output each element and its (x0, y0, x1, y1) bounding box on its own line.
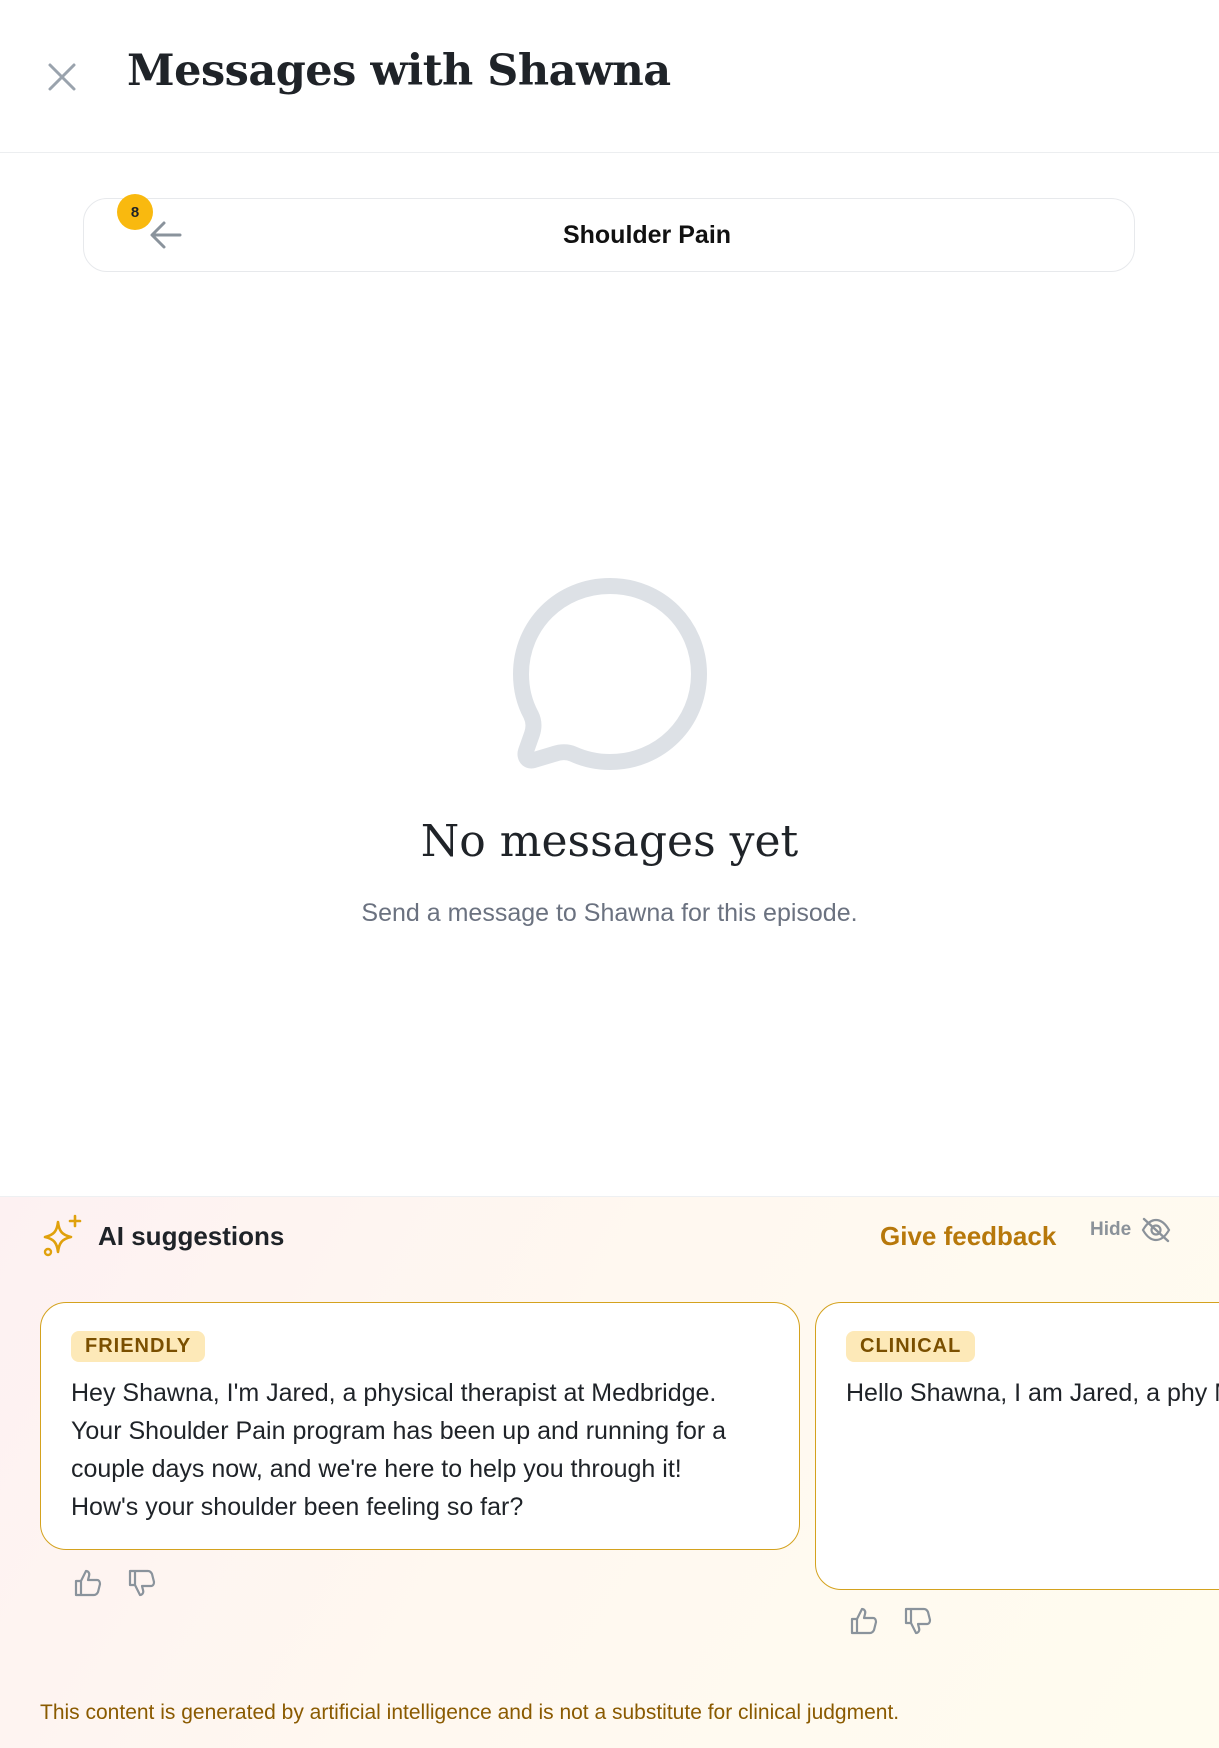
thumbs-down-icon[interactable] (902, 1605, 934, 1637)
tone-tag: FRIENDLY (71, 1331, 206, 1362)
header: Messages with Shawna (0, 0, 1219, 153)
give-feedback-link[interactable]: Give feedback (880, 1221, 1056, 1252)
hide-label: Hide (1090, 1219, 1132, 1240)
rating-buttons (72, 1567, 158, 1599)
ai-suggestions-header: AI suggestions (40, 1213, 284, 1259)
eye-off-icon (1141, 1217, 1171, 1243)
thumbs-up-icon[interactable] (72, 1567, 104, 1599)
thumbs-down-icon[interactable] (126, 1567, 158, 1599)
close-button[interactable] (40, 55, 84, 99)
episode-bar: 8 Shoulder Pain (83, 194, 1135, 272)
empty-title: No messages yet (420, 816, 799, 867)
suggestion-text: Hello Shawna, I am Jared, a phy Medbridg… (846, 1379, 1219, 1407)
thumbs-up-icon[interactable] (848, 1605, 880, 1637)
close-icon (48, 63, 76, 91)
suggestion-card-friendly[interactable]: FRIENDLY Hey Shawna, I'm Jared, a physic… (40, 1302, 800, 1550)
tone-tag: CLINICAL (846, 1331, 976, 1362)
empty-subtitle: Send a message to Shawna for this episod… (361, 899, 858, 927)
ai-suggestions-panel: AI suggestions Give feedback Hide FRIEND… (0, 1196, 1219, 1748)
suggestion-text: Hey Shawna, I'm Jared, a physical therap… (71, 1379, 727, 1521)
ai-suggestions-title: AI suggestions (98, 1220, 285, 1251)
suggestion-card-clinical[interactable]: CLINICAL Hello Shawna, I am Jared, a phy… (815, 1302, 1219, 1590)
page-title: Messages with Shawna (127, 46, 671, 96)
empty-state: No messages yet Send a message to Shawna… (0, 570, 1219, 928)
sparkle-icon (43, 1214, 82, 1257)
episode-title: Shoulder Pain (562, 221, 732, 249)
chat-bubble-icon (512, 578, 707, 770)
hide-button[interactable]: Hide (1090, 1217, 1171, 1243)
rating-buttons (848, 1605, 934, 1637)
ai-disclaimer: This content is generated by artificial … (40, 1701, 900, 1724)
